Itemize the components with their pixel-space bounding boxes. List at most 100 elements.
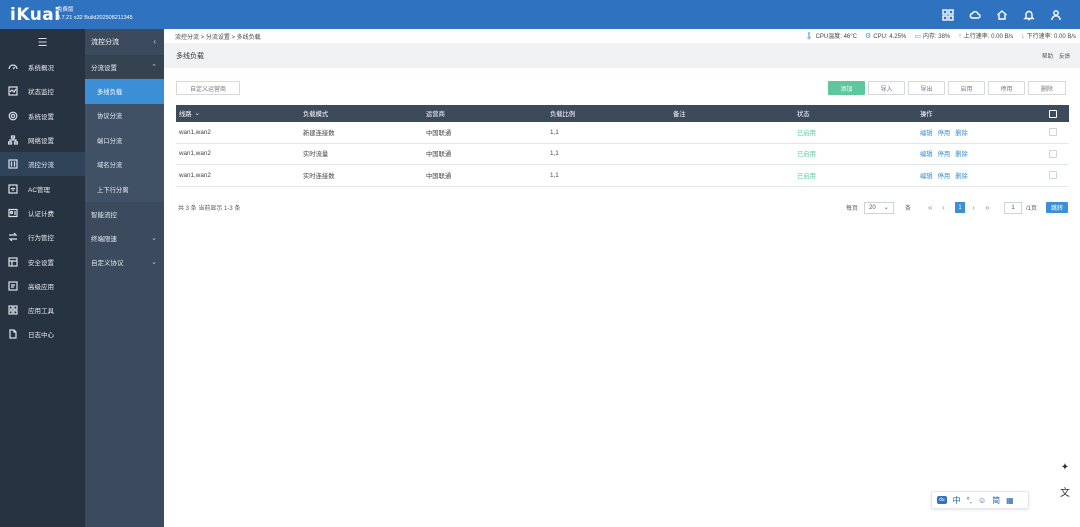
jump-button[interactable]: 跳转 [1046, 201, 1068, 214]
thermometer-icon: 🌡 [804, 33, 814, 40]
help-link[interactable]: 帮助 [1042, 52, 1053, 60]
submenu-item-multi-line-load[interactable]: 多线负载 [85, 79, 164, 104]
add-button[interactable]: 添加 [828, 81, 865, 95]
bell-icon[interactable] [1022, 8, 1035, 21]
column-header-isp: 运营商 [426, 111, 445, 118]
edit-link[interactable]: 编辑 [920, 171, 933, 180]
table-header: 线路 ⌄ 负载模式 运营商 负载比例 备注 状态 操作 [176, 105, 1069, 122]
sidebar-item-behavior-control[interactable]: 行为管控 [0, 225, 85, 249]
arrows-icon [8, 232, 18, 242]
cell-mode: 实时流量 [303, 151, 329, 159]
sidebar-item-security-settings[interactable]: 安全设置 [0, 249, 85, 273]
disable-link[interactable]: 停用 [938, 171, 951, 180]
next-page-icon[interactable]: › [972, 201, 975, 214]
custom-isp-button[interactable]: 自定义运营商 [176, 81, 240, 95]
sidebar-item-advanced-apps[interactable]: 高级应用 [0, 274, 85, 298]
cell-line: wan1,wan2 [179, 150, 211, 158]
translate-icon[interactable]: 文 [1054, 480, 1076, 502]
chevron-down-icon: ⌄ [151, 258, 157, 266]
edition-label: 免费版 [57, 7, 74, 13]
disable-button[interactable]: 停用 [988, 81, 1025, 95]
header-label: 线路 [179, 111, 192, 118]
sidebar-item-ac-management[interactable]: AC管理 [0, 176, 85, 200]
table-row: wan1,wan2 实时连接数 中国联通 1,1 已启用 编辑 停用 删除 [176, 165, 1069, 187]
row-checkbox[interactable] [1049, 144, 1057, 165]
submenu-group-label: 终端限速 [91, 235, 117, 243]
chevron-down-icon: ⌄ [151, 234, 157, 242]
chevron-left-icon[interactable]: ‹ [153, 37, 156, 46]
page-title: 多线负载 [176, 52, 204, 60]
gauge-icon [8, 64, 18, 70]
sidebar-item-system-settings[interactable]: 系统设置 [0, 104, 85, 128]
delete-button[interactable]: 删除 [1028, 81, 1066, 95]
grid-icon[interactable] [941, 8, 954, 21]
submenu-group-terminal-rate-limit[interactable]: 终端限速 ⌄ [85, 226, 164, 250]
cell-isp: 中国联通 [426, 129, 452, 137]
feedback-link[interactable]: 反馈 [1059, 52, 1070, 60]
submenu-item-port-diversion[interactable]: 端口分流 [85, 128, 164, 153]
sidebar-item-label: 系统设置 [28, 113, 54, 121]
submenu-item-protocol-diversion[interactable]: 协议分流 [85, 103, 164, 128]
submenu-item-domain-diversion[interactable]: 域名分流 [85, 152, 164, 177]
column-header-status: 状态 [797, 111, 810, 118]
goto-page-input[interactable]: 1 [1004, 201, 1022, 214]
ime-grid-icon[interactable]: ▦ [1006, 496, 1014, 505]
column-header-line[interactable]: 线路 ⌄ [179, 105, 200, 122]
delete-link[interactable]: 删除 [955, 149, 968, 158]
sidebar-item-label: 高级应用 [28, 283, 54, 291]
sidebar-item-network-settings[interactable]: 网络设置 [0, 128, 85, 152]
home-icon[interactable] [995, 8, 1008, 21]
page-number-current[interactable]: 1 [955, 201, 965, 214]
import-button[interactable]: 导入 [868, 81, 905, 95]
top-bar: iKuai 免费版 3.7.21 x32 Build202508211345 [0, 0, 1080, 29]
cell-status: 已启用 [797, 151, 816, 159]
title-links: 帮助 反馈 [1042, 52, 1070, 60]
user-icon[interactable] [1049, 8, 1062, 21]
cell-line: wan1,wan2 [179, 128, 211, 136]
sidebar-item-log-center[interactable]: 日志中心 [0, 322, 85, 346]
delete-link[interactable]: 删除 [955, 171, 968, 180]
edit-link[interactable]: 编辑 [920, 128, 933, 137]
ime-punctuation-toggle[interactable]: °, [967, 496, 972, 505]
sub-sidebar: 流控分流 ‹ 分流设置 ⌃ 多线负载 协议分流 端口分流 域名分流 上下行分离 … [85, 29, 164, 527]
sidebar-item-label: 应用工具 [28, 308, 54, 316]
cell-line: wan1,wan2 [179, 171, 211, 179]
ime-logo[interactable]: du [937, 496, 947, 504]
ikuai-logo[interactable]: iKuai [10, 5, 61, 25]
sidebar-item-flow-control[interactable]: 流控分流 [0, 152, 85, 177]
submenu-group-custom-protocol[interactable]: 自定义协议 ⌄ [85, 250, 164, 274]
sidebar-item-status-monitor[interactable]: 状态监控 [0, 79, 85, 103]
disable-link[interactable]: 停用 [938, 128, 951, 137]
upload-status: ↑ 上行速率: 0.00 B/s [958, 31, 1013, 40]
submenu-item-up-down-separation[interactable]: 上下行分离 [85, 177, 164, 202]
sidebar-item-auth-billing[interactable]: 认证计费 [0, 201, 85, 225]
enable-button[interactable]: 启用 [948, 81, 985, 95]
last-page-icon[interactable]: » [985, 201, 989, 214]
sliders-icon [8, 159, 18, 169]
submenu-group-diversion-settings[interactable]: 分流设置 ⌃ [85, 55, 164, 79]
edit-link[interactable]: 编辑 [920, 149, 933, 158]
delete-link[interactable]: 删除 [955, 128, 968, 137]
menu-collapse-icon[interactable]: ☰ [0, 29, 85, 55]
ime-simplified-toggle[interactable]: 简 [992, 495, 1000, 506]
submenu-group-smart-flow-control[interactable]: 智能流控 [85, 202, 164, 226]
first-page-icon[interactable]: « [928, 201, 932, 214]
sparkle-icon[interactable]: ✦ [1054, 456, 1076, 478]
disable-link[interactable]: 停用 [938, 149, 951, 158]
row-checkbox[interactable] [1049, 165, 1057, 186]
ime-skin-icon[interactable]: ☺ [978, 496, 986, 505]
chevron-down-icon: ⌄ [194, 110, 200, 117]
select-all-checkbox[interactable] [1049, 105, 1057, 122]
sidebar-item-system-overview[interactable]: 系统概况 [0, 55, 85, 79]
shield-icon [8, 256, 18, 267]
prev-page-icon[interactable]: ‹ [942, 201, 945, 214]
export-button[interactable]: 导出 [908, 81, 945, 95]
cloud-icon[interactable] [968, 8, 981, 21]
submenu-group-label: 自定义协议 [91, 259, 124, 267]
memory-icon: ▭ [914, 33, 921, 40]
submenu-title: 流控分流 ‹ [85, 29, 164, 55]
per-page-select[interactable]: 20 ⌄ [864, 201, 894, 214]
row-checkbox[interactable] [1049, 122, 1057, 143]
sidebar-item-app-tools[interactable]: 应用工具 [0, 298, 85, 322]
ime-chinese-toggle[interactable]: 中 [953, 495, 961, 506]
